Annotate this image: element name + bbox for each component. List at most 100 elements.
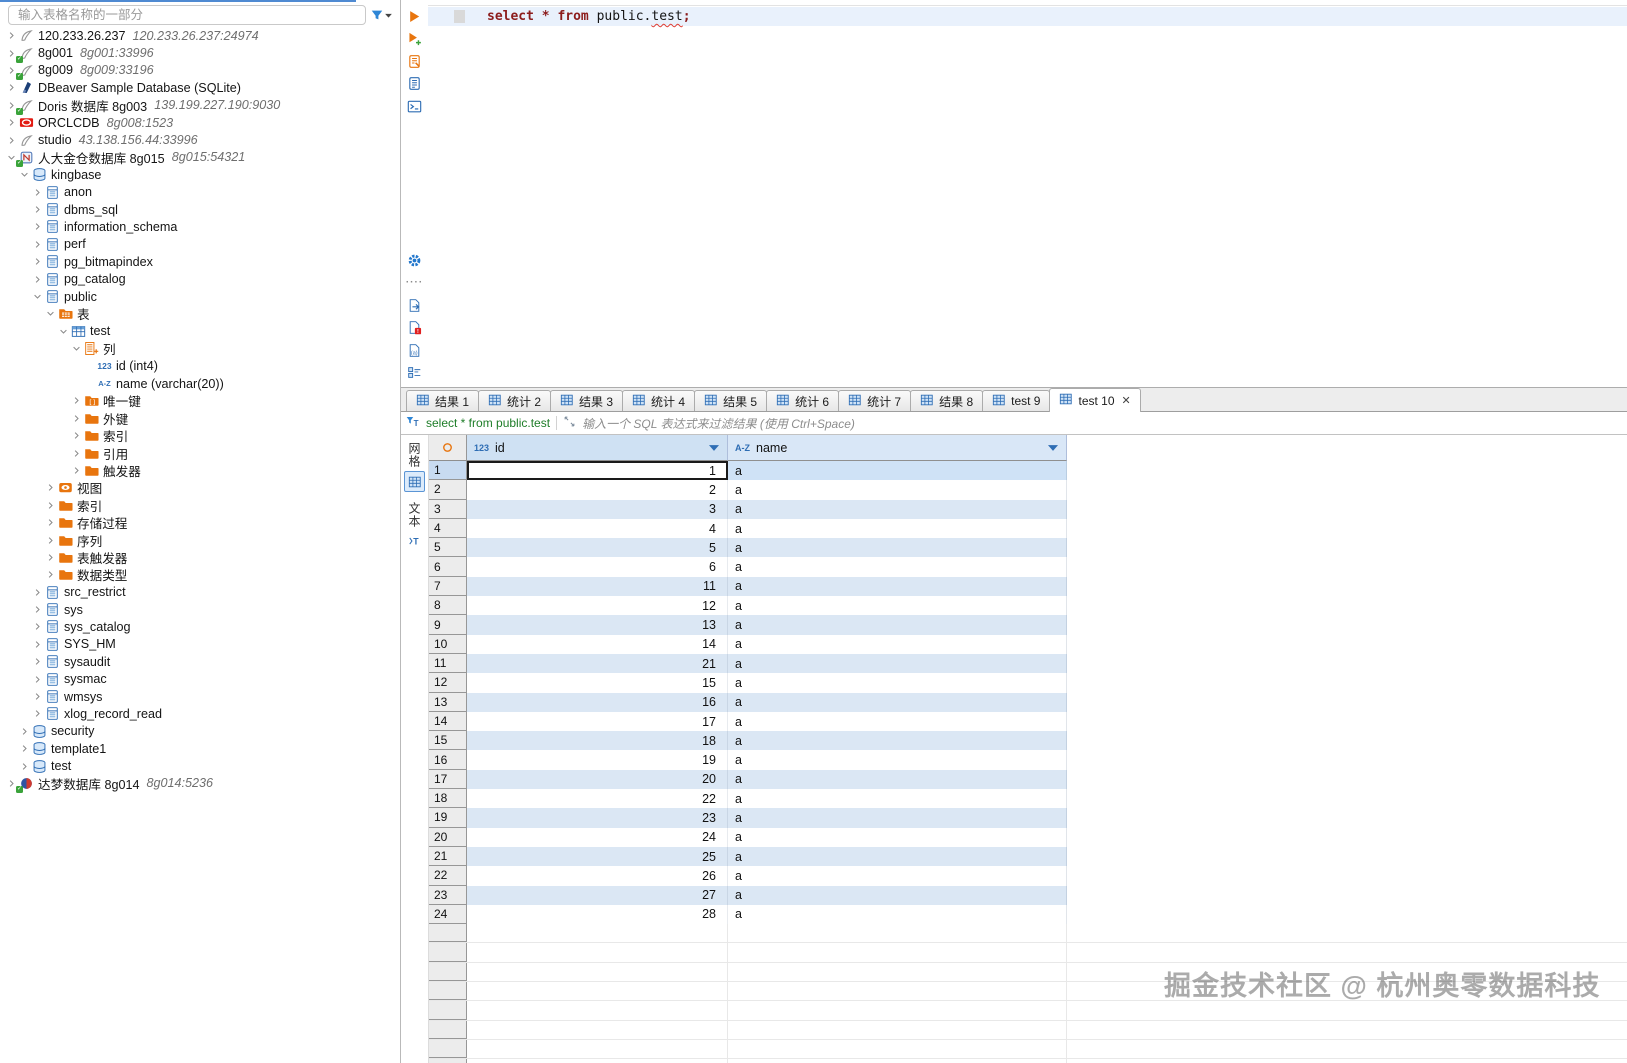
chevron-collapsed-icon[interactable]: [30, 639, 44, 650]
chevron-collapsed-icon[interactable]: [69, 413, 83, 424]
tree-item[interactable]: SYS_HM: [0, 636, 400, 653]
file-braces-icon[interactable]: (a): [406, 342, 423, 358]
tree-item[interactable]: test: [0, 757, 400, 774]
row-number-cell[interactable]: 14: [429, 711, 467, 732]
row-number-cell[interactable]: [429, 1001, 467, 1020]
tree-item[interactable]: 引用: [0, 444, 400, 462]
name-cell[interactable]: a: [728, 692, 1067, 712]
tree-item[interactable]: ORCLCDB 8g008:1523: [0, 114, 400, 131]
row-number-cell[interactable]: 1: [429, 461, 467, 481]
name-cell[interactable]: a: [728, 634, 1067, 654]
id-cell[interactable]: 26: [467, 866, 728, 886]
tree-item[interactable]: 表触发器: [0, 549, 400, 566]
table-filter-input[interactable]: [8, 5, 366, 25]
result-tab-统计-4[interactable]: 统计 4: [622, 390, 696, 411]
execute-icon[interactable]: [406, 8, 423, 24]
name-cell[interactable]: a: [728, 576, 1067, 597]
row-number-cell[interactable]: [429, 962, 467, 982]
file-export-icon[interactable]: [406, 297, 423, 313]
row-number-cell[interactable]: [429, 982, 467, 1001]
console-icon[interactable]: [406, 98, 423, 114]
tree-item[interactable]: [] 唯一键: [0, 392, 400, 409]
tree-item[interactable]: src_restrict: [0, 584, 400, 601]
row-number-cell[interactable]: 21: [429, 846, 467, 867]
name-cell[interactable]: a: [728, 480, 1067, 500]
row-number-cell[interactable]: 23: [429, 885, 467, 905]
tree-item[interactable]: 数据类型: [0, 566, 400, 583]
tree-item[interactable]: pg_catalog: [0, 270, 400, 287]
name-cell[interactable]: a: [728, 711, 1067, 732]
tree-item[interactable]: A-Z name (varchar(20)): [0, 375, 400, 392]
chevron-collapsed-icon[interactable]: [17, 743, 31, 754]
row-number-cell[interactable]: [429, 924, 467, 943]
view-mode-text[interactable]: 文本 T: [405, 500, 424, 558]
name-cell[interactable]: a: [728, 499, 1067, 519]
row-number-cell[interactable]: 7: [429, 576, 467, 597]
chevron-collapsed-icon[interactable]: [30, 621, 44, 632]
id-cell[interactable]: 19: [467, 750, 728, 770]
chevron-collapsed-icon[interactable]: [30, 239, 44, 250]
chevron-expanded-icon[interactable]: [17, 169, 31, 180]
row-number-cell[interactable]: 20: [429, 827, 467, 847]
chevron-collapsed-icon[interactable]: [30, 708, 44, 719]
tree-item[interactable]: security: [0, 723, 400, 740]
tree-item[interactable]: 视图: [0, 479, 400, 496]
chevron-collapsed-icon[interactable]: [30, 256, 44, 267]
id-cell[interactable]: 27: [467, 885, 728, 905]
row-number-cell[interactable]: 15: [429, 731, 467, 751]
id-cell[interactable]: 17: [467, 711, 728, 732]
row-number-cell[interactable]: [429, 1039, 467, 1059]
name-cell[interactable]: a: [728, 557, 1067, 577]
row-number-cell[interactable]: 19: [429, 808, 467, 828]
row-number-cell[interactable]: 2: [429, 480, 467, 500]
row-number-cell[interactable]: [429, 1020, 467, 1039]
tree-item[interactable]: test: [0, 323, 400, 340]
sql-statement[interactable]: select * from public.test;: [487, 9, 691, 24]
result-tab-统计-7[interactable]: 统计 7: [838, 390, 912, 411]
name-cell[interactable]: a: [728, 866, 1067, 886]
close-icon[interactable]: ✕: [1122, 394, 1131, 407]
row-number-cell[interactable]: 5: [429, 538, 467, 558]
chevron-collapsed-icon[interactable]: [4, 82, 18, 93]
result-tab-结果-1[interactable]: 结果 1: [406, 390, 480, 411]
row-number-cell[interactable]: 8: [429, 596, 467, 616]
outline-icon[interactable]: [406, 365, 423, 381]
chevron-expanded-icon[interactable]: [30, 291, 44, 302]
id-cell[interactable]: 20: [467, 769, 728, 790]
name-cell[interactable]: a: [728, 885, 1067, 905]
row-number-cell[interactable]: 9: [429, 615, 467, 635]
tree-item[interactable]: perf: [0, 236, 400, 253]
file-alert-icon[interactable]: !: [406, 320, 423, 336]
tree-item[interactable]: 存储过程: [0, 514, 400, 531]
tree-item[interactable]: ✓ 达梦数据库 8g014 8g014:5236: [0, 775, 400, 794]
row-number-cell[interactable]: [429, 943, 467, 962]
id-cell[interactable]: 24: [467, 827, 728, 847]
id-cell[interactable]: 5: [467, 538, 728, 558]
name-cell[interactable]: a: [728, 615, 1067, 635]
tree-item[interactable]: 120.233.26.237 120.233.26.237:24974: [0, 27, 400, 44]
sql-editor-content[interactable]: select * from public.test;: [428, 0, 1627, 387]
tree-item[interactable]: ✓ 8g001 8g001:33996: [0, 44, 400, 64]
row-number-cell[interactable]: 22: [429, 866, 467, 886]
result-tab-结果-5[interactable]: 结果 5: [694, 390, 768, 411]
name-cell[interactable]: a: [728, 808, 1067, 828]
sql-current-line[interactable]: select * from public.test;: [428, 7, 1627, 26]
id-cell[interactable]: 2: [467, 480, 728, 500]
chevron-collapsed-icon[interactable]: [43, 500, 57, 511]
column-header-name[interactable]: A-Z name: [728, 435, 1067, 461]
chevron-collapsed-icon[interactable]: [17, 726, 31, 737]
result-tab-结果-8[interactable]: 结果 8: [910, 390, 984, 411]
expand-filter-icon[interactable]: [563, 415, 576, 431]
tree-item[interactable]: sys: [0, 601, 400, 618]
chevron-collapsed-icon[interactable]: [30, 604, 44, 615]
text-view-icon[interactable]: T: [405, 531, 424, 550]
name-cell[interactable]: a: [728, 538, 1067, 558]
grid-corner-cell[interactable]: [429, 435, 467, 461]
result-tab-test-9[interactable]: test 9: [982, 390, 1051, 411]
id-cell[interactable]: 23: [467, 808, 728, 828]
more-dots-icon[interactable]: ····: [406, 275, 423, 291]
tree-item[interactable]: anon: [0, 184, 400, 201]
result-tab-test-10[interactable]: test 10 ✕: [1049, 388, 1141, 412]
name-cell[interactable]: a: [728, 846, 1067, 867]
tree-item[interactable]: ✓ Doris 数据库 8g003 139.199.227.190:9030: [0, 97, 400, 116]
